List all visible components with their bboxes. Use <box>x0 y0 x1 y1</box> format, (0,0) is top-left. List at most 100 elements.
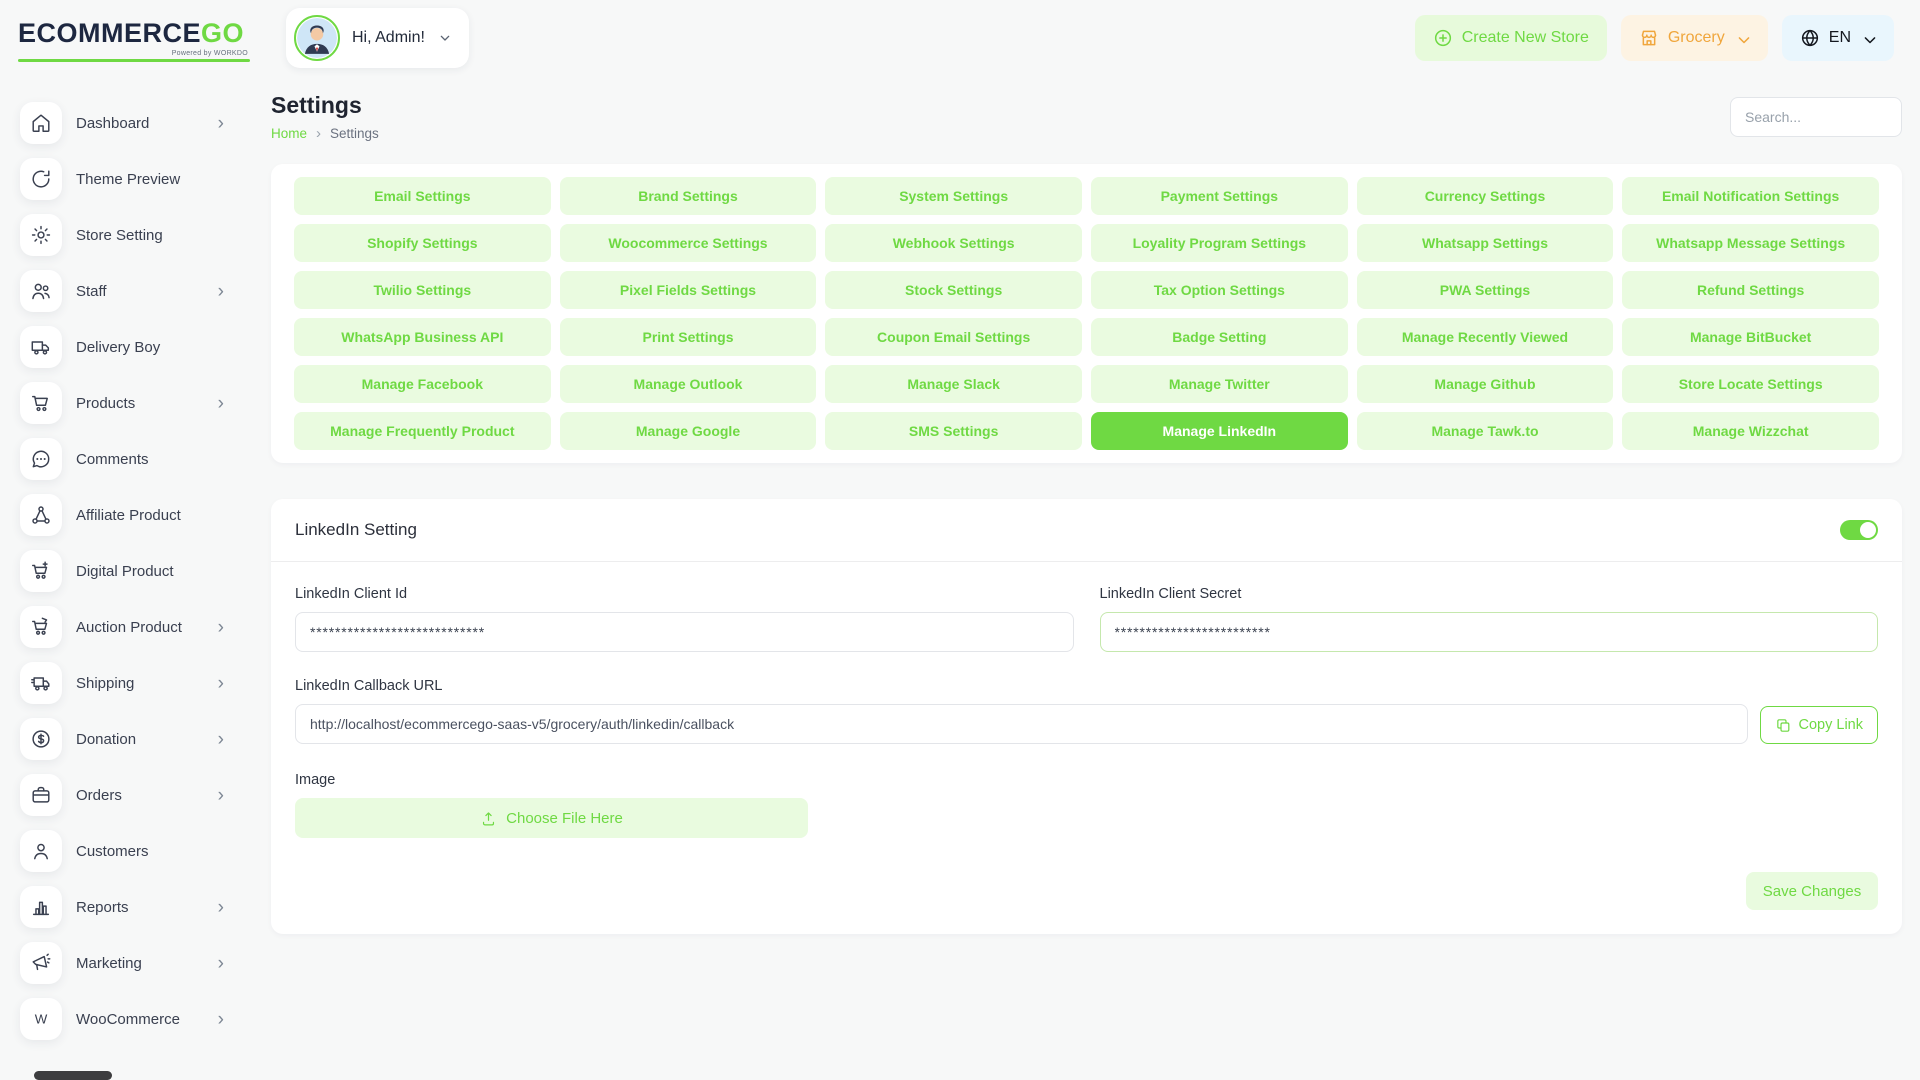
woocommerce-icon: W <box>20 998 62 1040</box>
sidebar-item-dashboard[interactable]: Dashboard› <box>0 102 250 144</box>
settings-nav-whatsapp-settings[interactable]: Whatsapp Settings <box>1357 224 1614 262</box>
linkedin-setting-header: LinkedIn Setting <box>271 499 1902 562</box>
sidebar-item-label: Staff <box>76 283 107 300</box>
settings-nav-manage-slack[interactable]: Manage Slack <box>825 365 1082 403</box>
settings-nav-manage-linkedin[interactable]: Manage LinkedIn <box>1091 412 1348 450</box>
chevron-down-icon <box>1860 30 1876 46</box>
chevron-down-icon <box>437 30 453 46</box>
settings-nav-manage-frequently-product[interactable]: Manage Frequently Product <box>294 412 551 450</box>
settings-nav-currency-settings[interactable]: Currency Settings <box>1357 177 1614 215</box>
sidebar-item-woocommerce[interactable]: WWooCommerce› <box>0 998 250 1040</box>
sidebar-item-reports[interactable]: Reports› <box>0 886 250 928</box>
save-changes-button[interactable]: Save Changes <box>1746 872 1878 910</box>
brand-underline <box>18 59 250 62</box>
settings-nav-whatsapp-message-settings[interactable]: Whatsapp Message Settings <box>1622 224 1879 262</box>
settings-nav-manage-bitbucket[interactable]: Manage BitBucket <box>1622 318 1879 356</box>
settings-nav-manage-github[interactable]: Manage Github <box>1357 365 1614 403</box>
settings-nav-payment-settings[interactable]: Payment Settings <box>1091 177 1348 215</box>
brand-tagline: Powered by WORKDO <box>18 50 248 57</box>
settings-nav-pwa-settings[interactable]: PWA Settings <box>1357 271 1614 309</box>
settings-nav-manage-facebook[interactable]: Manage Facebook <box>294 365 551 403</box>
sidebar-item-label: Store Setting <box>76 227 163 244</box>
language-selector-button[interactable]: EN <box>1782 15 1894 61</box>
client-secret-field[interactable] <box>1100 612 1879 652</box>
comment-icon <box>20 438 62 480</box>
settings-nav-brand-settings[interactable]: Brand Settings <box>560 177 817 215</box>
settings-nav-manage-google[interactable]: Manage Google <box>560 412 817 450</box>
sidebar: Dashboard› Theme Preview Store Setting Staf… <box>0 76 250 1080</box>
settings-nav-manage-recently-viewed[interactable]: Manage Recently Viewed <box>1357 318 1614 356</box>
settings-nav-manage-twitter[interactable]: Manage Twitter <box>1091 365 1348 403</box>
chevron-right-icon: › <box>218 786 224 805</box>
sidebar-item-label: Customers <box>76 843 149 860</box>
breadcrumb-separator: › <box>316 125 321 142</box>
settings-nav-woocommerce-settings[interactable]: Woocommerce Settings <box>560 224 817 262</box>
settings-nav-email-notification-settings[interactable]: Email Notification Settings <box>1622 177 1879 215</box>
settings-nav-shopify-settings[interactable]: Shopify Settings <box>294 224 551 262</box>
linkedin-enabled-toggle[interactable] <box>1840 520 1878 540</box>
theme-preview-icon <box>20 158 62 200</box>
choose-file-button[interactable]: Choose File Here <box>295 798 808 838</box>
chevron-right-icon: › <box>218 282 224 301</box>
sidebar-item-customers[interactable]: Customers <box>0 830 250 872</box>
dollar-circle-icon <box>20 718 62 760</box>
chevron-right-icon: › <box>218 394 224 413</box>
settings-nav-stock-settings[interactable]: Stock Settings <box>825 271 1082 309</box>
settings-nav-loyality-program-settings[interactable]: Loyality Program Settings <box>1091 224 1348 262</box>
sidebar-item-label: Orders <box>76 787 122 804</box>
breadcrumb-home-link[interactable]: Home <box>271 126 307 141</box>
settings-nav-store-locate-settings[interactable]: Store Locate Settings <box>1622 365 1879 403</box>
settings-nav-print-settings[interactable]: Print Settings <box>560 318 817 356</box>
settings-nav-email-settings[interactable]: Email Settings <box>294 177 551 215</box>
settings-nav-card: Email SettingsBrand SettingsSystem Setti… <box>271 164 1902 463</box>
page-header: Settings Home › Settings <box>271 92 1902 142</box>
sidebar-item-store-setting[interactable]: Store Setting <box>0 214 250 256</box>
sidebar-item-label: Theme Preview <box>76 171 180 188</box>
sidebar-item-staff[interactable]: Staff › <box>0 270 250 312</box>
sidebar-item-theme-preview[interactable]: Theme Preview <box>0 158 250 200</box>
settings-nav-badge-setting[interactable]: Badge Setting <box>1091 318 1348 356</box>
scrollbar-thumb[interactable] <box>34 1071 112 1080</box>
megaphone-icon <box>20 942 62 984</box>
sidebar-item-shipping[interactable]: Shipping› <box>0 662 250 704</box>
sidebar-item-delivery-boy[interactable]: Delivery Boy <box>0 326 250 368</box>
settings-nav-twilio-settings[interactable]: Twilio Settings <box>294 271 551 309</box>
search-input[interactable] <box>1730 97 1902 137</box>
settings-nav-manage-wizzchat[interactable]: Manage Wizzchat <box>1622 412 1879 450</box>
sidebar-item-donation[interactable]: Donation › <box>0 718 250 760</box>
user-menu[interactable]: Hi, Admin! <box>286 8 469 68</box>
settings-nav-coupon-email-settings[interactable]: Coupon Email Settings <box>825 318 1082 356</box>
sidebar-item-label: Affiliate Product <box>76 507 181 524</box>
sidebar-item-label: Shipping <box>76 675 134 692</box>
brand-logo[interactable]: ECOMMERCEGO Powered by WORKDO <box>18 18 250 62</box>
copy-link-button[interactable]: Copy Link <box>1760 706 1878 744</box>
sidebar-item-marketing[interactable]: Marketing› <box>0 942 250 984</box>
settings-nav-refund-settings[interactable]: Refund Settings <box>1622 271 1879 309</box>
settings-nav-tax-option-settings[interactable]: Tax Option Settings <box>1091 271 1348 309</box>
svg-text:W: W <box>35 1012 48 1027</box>
sidebar-item-comments[interactable]: Comments <box>0 438 250 480</box>
sidebar-item-auction-product[interactable]: Auction Product› <box>0 606 250 648</box>
network-icon <box>20 494 62 536</box>
cart-plus-icon <box>20 550 62 592</box>
breadcrumb: Home › Settings <box>271 125 379 142</box>
sidebar-item-affiliate-product[interactable]: Affiliate Product <box>0 494 250 536</box>
settings-nav-sms-settings[interactable]: SMS Settings <box>825 412 1082 450</box>
create-new-store-button[interactable]: Create New Store <box>1415 15 1607 61</box>
callback-url-field[interactable] <box>295 704 1748 744</box>
settings-nav-whatsapp-business-api[interactable]: WhatsApp Business API <box>294 318 551 356</box>
settings-nav-system-settings[interactable]: System Settings <box>825 177 1082 215</box>
settings-nav-pixel-fields-settings[interactable]: Pixel Fields Settings <box>560 271 817 309</box>
sidebar-item-products[interactable]: Products› <box>0 382 250 424</box>
store-switcher-button[interactable]: Grocery <box>1621 15 1768 61</box>
chevron-right-icon: › <box>218 730 224 749</box>
settings-nav-manage-tawk-to[interactable]: Manage Tawk.to <box>1357 412 1614 450</box>
sidebar-item-orders[interactable]: Orders › <box>0 774 250 816</box>
brand-name: ECOMMERCEGO <box>18 18 250 49</box>
sidebar-item-label: Digital Product <box>76 563 174 580</box>
settings-nav-manage-outlook[interactable]: Manage Outlook <box>560 365 817 403</box>
settings-nav-webhook-settings[interactable]: Webhook Settings <box>825 224 1082 262</box>
client-id-field[interactable] <box>295 612 1074 652</box>
sidebar-item-label: Donation <box>76 731 136 748</box>
sidebar-item-digital-product[interactable]: Digital Product <box>0 550 250 592</box>
